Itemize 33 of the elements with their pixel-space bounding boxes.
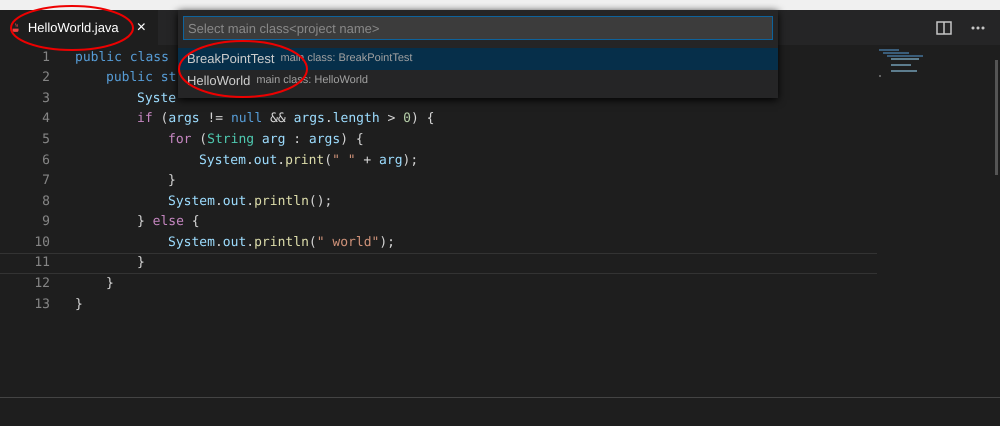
line-number: 9 (41, 213, 50, 232)
tab-label: HelloWorld.java (28, 18, 119, 37)
line-number: 2 (41, 69, 50, 88)
code-line: public st (106, 69, 176, 88)
code-line: if (args != null && args.length > 0) { (137, 110, 434, 128)
close-icon[interactable]: × (136, 20, 146, 36)
code-line: System.out.println(); (168, 192, 332, 211)
editor-tab[interactable]: HelloWorld.java × (0, 10, 158, 45)
line-number: 11 (33, 254, 50, 272)
line-number: 7 (41, 172, 50, 190)
code-line: } (137, 254, 145, 272)
line-number: 12 (33, 275, 50, 294)
line-number: 5 (41, 130, 50, 149)
code-line: } (75, 296, 83, 314)
code-line: System.out.print(" " + arg); (199, 152, 418, 170)
code-line: } else { (137, 213, 200, 232)
code-line: Syste (137, 90, 176, 108)
line-number: 3 (41, 90, 50, 108)
scrollbar[interactable] (995, 60, 998, 175)
code-line: for (String arg : args) { (168, 130, 364, 149)
line-number: 13 (33, 296, 50, 314)
code-line: public class (75, 48, 169, 67)
code-line: } (106, 275, 114, 294)
line-number: 1 (41, 48, 50, 67)
code-line: System.out.println(" world"); (168, 234, 396, 252)
split-editor-icon[interactable] (936, 20, 952, 34)
line-number: 4 (41, 110, 50, 128)
search-field[interactable]: Select main class<project name> (183, 16, 773, 40)
code-line: } (168, 172, 176, 190)
line-number: 6 (41, 152, 50, 170)
more-icon[interactable] (971, 26, 985, 30)
line-number: 8 (41, 192, 50, 211)
line-number: 10 (33, 234, 50, 252)
